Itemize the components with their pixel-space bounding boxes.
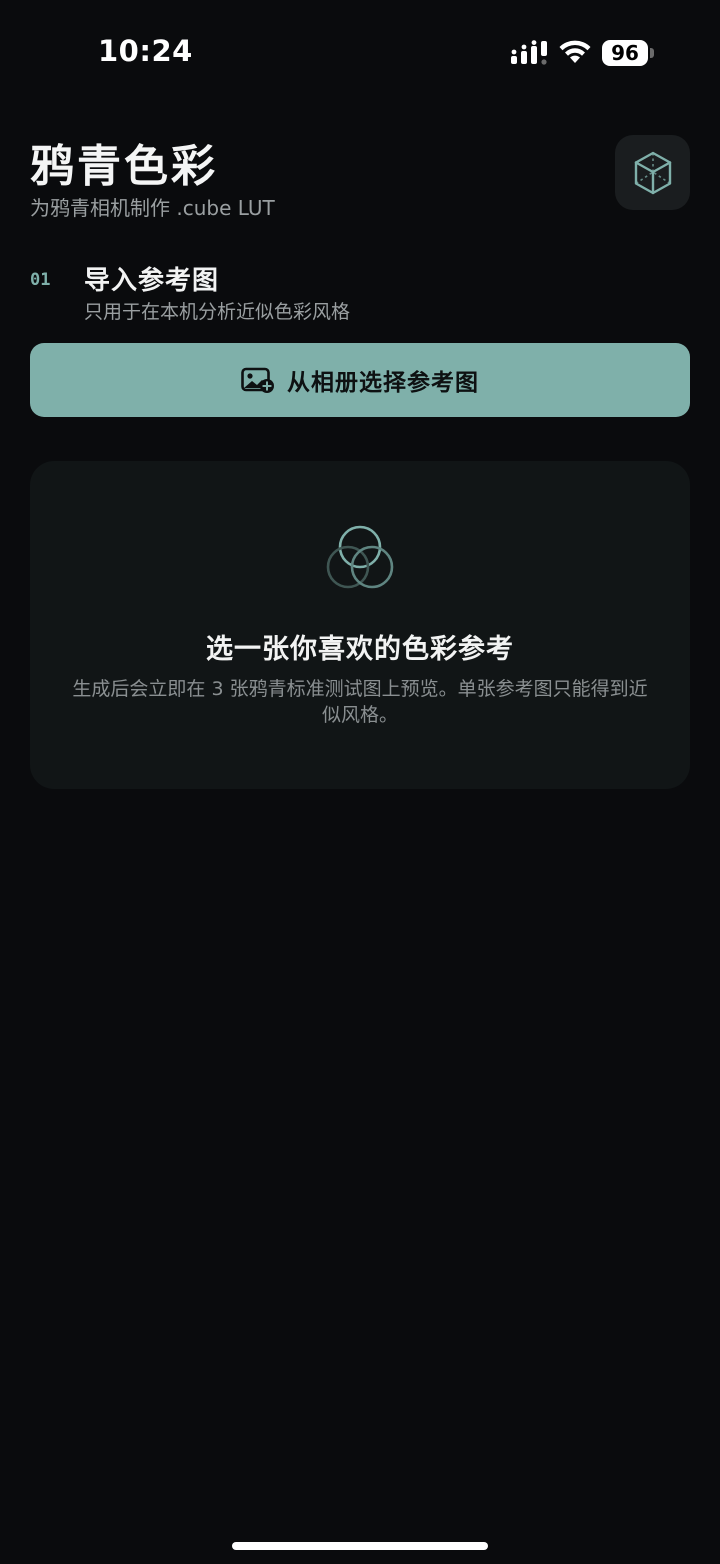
cube-icon bbox=[634, 151, 671, 194]
step-title: 导入参考图 bbox=[84, 266, 220, 296]
lut-cube-button[interactable] bbox=[615, 135, 690, 210]
empty-state-title: 选一张你喜欢的色彩参考 bbox=[206, 634, 514, 665]
battery-icon: 96 bbox=[602, 40, 654, 66]
choose-from-album-button[interactable]: 从相册选择参考图 bbox=[30, 343, 690, 417]
status-time: 10:24 bbox=[98, 34, 193, 68]
page-subtitle: 为鸦青相机制作 .cube LUT bbox=[30, 196, 275, 220]
battery-cap bbox=[650, 48, 654, 58]
battery-level: 96 bbox=[602, 40, 648, 66]
add-photo-icon bbox=[241, 367, 274, 393]
status-bar: 10:24 96 bbox=[0, 0, 720, 100]
color-circles-icon bbox=[326, 525, 394, 589]
empty-state-description: 生成后会立即在 3 张鸦青标准测试图上预览。单张参考图只能得到近似风格。 bbox=[72, 678, 648, 726]
choose-from-album-label: 从相册选择参考图 bbox=[287, 370, 479, 396]
wifi-icon bbox=[559, 40, 591, 63]
home-indicator[interactable] bbox=[232, 1542, 488, 1550]
page-title: 鸦青色彩 bbox=[30, 141, 218, 192]
empty-state-card: 选一张你喜欢的色彩参考 生成后会立即在 3 张鸦青标准测试图上预览。单张参考图只… bbox=[30, 461, 690, 789]
step-description: 只用于在本机分析近似色彩风格 bbox=[84, 301, 351, 323]
app-screen: 10:24 96 鸦青色彩 为鸦青相机制作 .cube LUT 01 导入参考图… bbox=[0, 0, 720, 1564]
step-number: 01 bbox=[30, 270, 51, 290]
signal-icon bbox=[511, 40, 547, 65]
